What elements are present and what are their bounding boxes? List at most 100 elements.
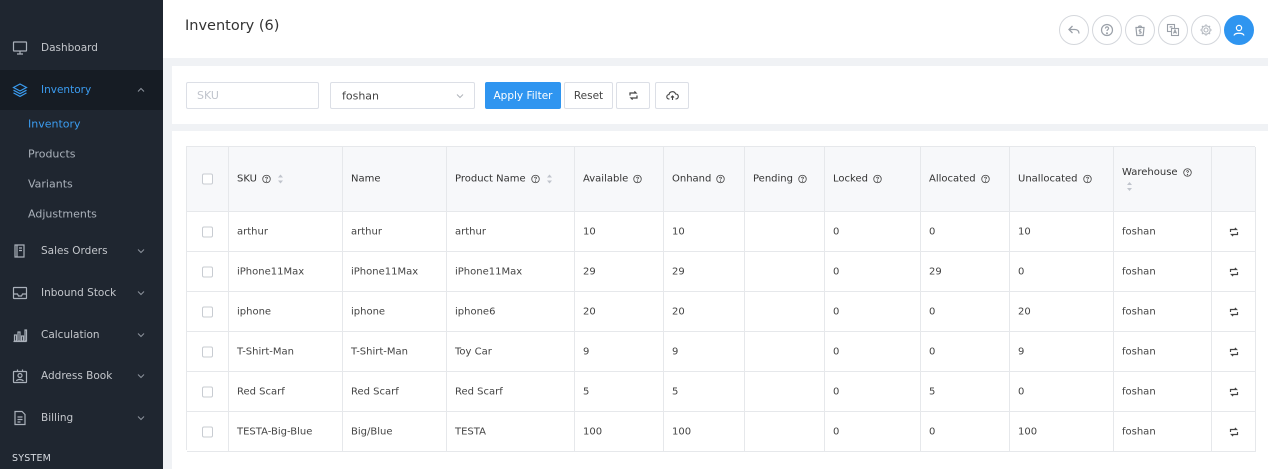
sku-search-input[interactable] — [186, 82, 319, 109]
sync-icon[interactable] — [1227, 425, 1240, 438]
sync-icon — [628, 90, 638, 101]
sidebar-subitem-adjustments[interactable]: Adjustments — [0, 199, 163, 229]
cell-value: 9 — [583, 346, 590, 357]
reset-button[interactable]: Reset — [564, 82, 613, 109]
table-cell-allocated: 0 — [921, 292, 1010, 332]
cell-value: 20 — [583, 306, 596, 317]
sync-icon[interactable] — [1227, 385, 1240, 398]
sidebar-item-sales-orders[interactable]: Sales Orders — [0, 230, 163, 272]
chevron-down-icon — [137, 333, 145, 338]
cell-value: arthur — [455, 226, 486, 237]
row-checkbox[interactable] — [202, 306, 213, 317]
sort-icon[interactable] — [277, 174, 284, 185]
header-cell-allocated: Allocated — [921, 147, 1010, 212]
header-cell-onhand: Onhand — [664, 147, 745, 212]
translate-button[interactable] — [1158, 15, 1188, 45]
column-header: Unallocated — [1018, 174, 1092, 185]
sidebar-item-billing[interactable]: Billing — [0, 397, 163, 439]
table-cell-pending — [745, 212, 825, 252]
row-select-cell — [187, 412, 229, 452]
table-cell-product-name: TESTA — [447, 412, 575, 452]
row-select-cell — [187, 332, 229, 372]
sidebar-item-calculation[interactable]: Calculation — [0, 314, 163, 356]
column-header-label: Name — [351, 173, 381, 185]
sidebar-item-inbound-stock[interactable]: Inbound Stock — [0, 272, 163, 314]
column-header-label: Available — [583, 173, 629, 185]
table-cell-product-name: iphone6 — [447, 292, 575, 332]
cell-value: iphone — [237, 306, 272, 317]
person-box-icon — [12, 369, 28, 384]
cell-value: 0 — [833, 426, 840, 437]
cell-value: foshan — [1122, 266, 1156, 277]
table-cell-onhand: 10 — [664, 212, 745, 252]
help-circle-icon — [1182, 168, 1192, 177]
sidebar-item-dashboard[interactable]: Dashboard — [0, 27, 163, 69]
table-cell-pending — [745, 332, 825, 372]
cell-value: 100 — [1018, 426, 1038, 437]
sidebar-subitem-inventory[interactable]: Inventory — [0, 109, 163, 139]
cell-value: 10 — [672, 226, 685, 237]
sidebar-item-inventory[interactable]: Inventory — [0, 70, 163, 110]
upload-button[interactable] — [655, 82, 689, 109]
header-cell-name: Name — [343, 147, 447, 212]
table-cell-available: 20 — [575, 292, 664, 332]
table-cell-available: 9 — [575, 332, 664, 372]
table-cell-pending — [745, 412, 825, 452]
help-button[interactable] — [1092, 15, 1122, 45]
column-header: Onhand — [672, 174, 726, 185]
sidebar-subitem-variants[interactable]: Variants — [0, 169, 163, 199]
row-checkbox[interactable] — [202, 346, 213, 357]
help-circle-icon — [1082, 174, 1092, 184]
cell-value: arthur — [237, 226, 268, 237]
page-title: Inventory (6) — [185, 18, 280, 34]
warehouse-select[interactable]: foshan — [330, 82, 475, 109]
column-header: Available — [583, 174, 642, 185]
row-action-cell — [1212, 412, 1256, 452]
row-checkbox[interactable] — [202, 226, 213, 237]
back-button[interactable] — [1059, 15, 1089, 45]
chevron-down-icon — [137, 416, 145, 421]
cell-value: foshan — [1122, 386, 1156, 397]
cloud-upload-icon — [665, 91, 679, 100]
table-cell-pending — [745, 252, 825, 292]
row-checkbox[interactable] — [202, 266, 213, 277]
settings-button[interactable] — [1191, 15, 1221, 45]
shopify-button[interactable] — [1125, 15, 1155, 45]
column-header[interactable]: SKU — [237, 174, 284, 185]
sidebar-subitem-products[interactable]: Products — [0, 139, 163, 169]
table-cell-sku: iphone — [229, 292, 343, 332]
table-cell-product-name: iPhone11Max — [447, 252, 575, 292]
apply-filter-button[interactable]: Apply Filter — [485, 82, 561, 109]
sync-icon[interactable] — [1227, 345, 1240, 358]
sort-icon[interactable] — [546, 174, 553, 185]
sidebar-item-label: Dashboard — [41, 42, 98, 54]
cell-value: foshan — [1122, 226, 1156, 237]
help-circle-icon — [633, 174, 642, 184]
cell-value: Red Scarf — [351, 386, 399, 397]
table-cell-allocated: 29 — [921, 252, 1010, 292]
cell-value: 100 — [583, 426, 603, 437]
row-action-cell — [1212, 292, 1256, 332]
sync-icon[interactable] — [1227, 225, 1240, 238]
row-checkbox[interactable] — [202, 426, 213, 437]
column-header[interactable]: Warehouse — [1122, 167, 1192, 178]
row-checkbox[interactable] — [202, 386, 213, 397]
column-header-label: Warehouse — [1122, 167, 1178, 178]
column-header[interactable]: Product Name — [455, 174, 553, 185]
sidebar-item-address-book[interactable]: Address Book — [0, 355, 163, 397]
cell-value: 29 — [583, 266, 596, 277]
sidebar-item-label: Inbound Stock — [41, 287, 117, 299]
cell-value: Red Scarf — [455, 386, 503, 397]
sync-icon[interactable] — [1227, 265, 1240, 278]
sync-icon[interactable] — [1227, 305, 1240, 318]
user-avatar-button[interactable] — [1224, 15, 1254, 45]
select-all-checkbox[interactable] — [202, 173, 213, 185]
gear-icon — [1200, 24, 1212, 36]
sort-icon[interactable] — [1126, 181, 1133, 192]
cell-value: foshan — [1122, 426, 1156, 437]
row-select-cell — [187, 212, 229, 252]
sidebar-item-label: Sales Orders — [41, 245, 108, 257]
sync-button[interactable] — [616, 82, 650, 109]
cell-value: 29 — [672, 266, 685, 277]
table-cell-sku: T-Shirt-Man — [229, 332, 343, 372]
